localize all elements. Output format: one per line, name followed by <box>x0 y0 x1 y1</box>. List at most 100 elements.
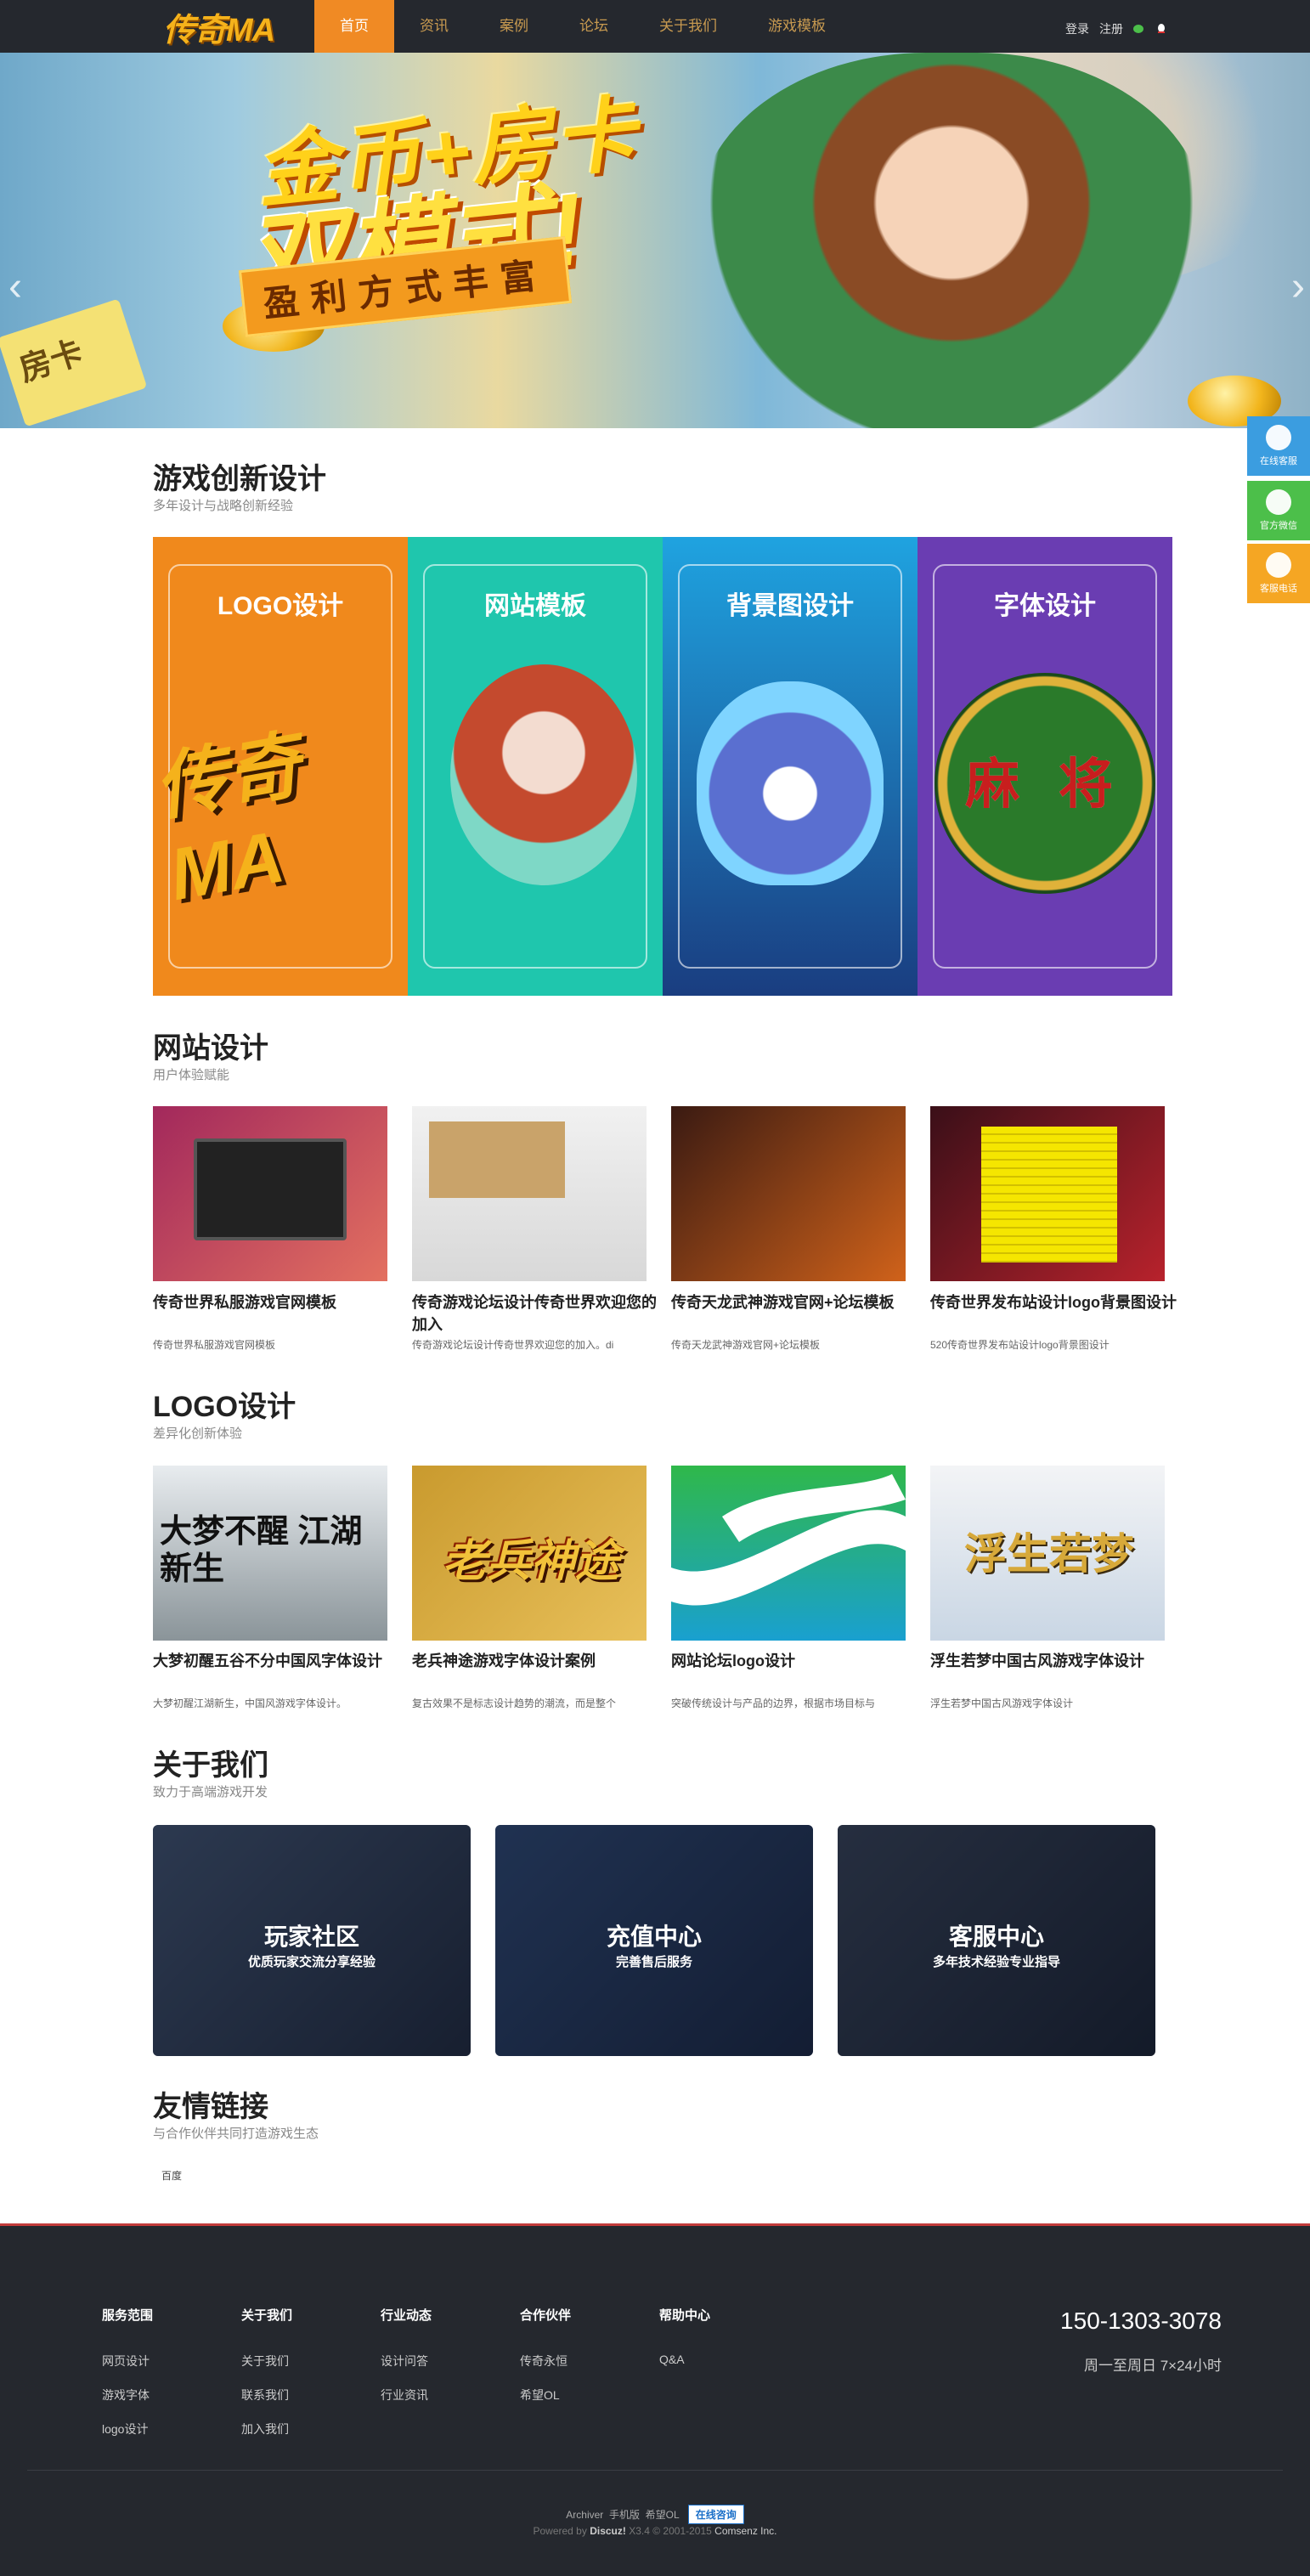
nav-about[interactable]: 关于我们 <box>634 0 743 53</box>
logo-card-title[interactable]: 大梦初醒五谷不分中国风字体设计 <box>153 1650 399 1672</box>
logo-card-title[interactable]: 浮生若梦中国古风游戏字体设计 <box>930 1650 1177 1672</box>
sidebar-wechat[interactable]: 官方微信 <box>1247 481 1310 540</box>
footer-link[interactable]: 加入我们 <box>241 2421 292 2438</box>
login-link[interactable]: 登录 <box>1065 20 1089 37</box>
web-card-desc: 传奇游戏论坛设计传奇世界欢迎您的加入。di <box>412 1339 614 1351</box>
about-card-subtitle: 多年技术经验专业指导 <box>932 1955 1060 1969</box>
header: 传奇MA 首页 资讯 案例 论坛 关于我们 游戏模板 登录 注册 <box>0 0 1310 53</box>
footer-col-head: 行业动态 <box>381 2308 432 2323</box>
footer-link[interactable]: 传奇永恒 <box>520 2353 571 2370</box>
friend-link-baidu[interactable]: 百度 <box>161 2168 182 2183</box>
footer-col-head: 帮助中心 <box>659 2308 711 2323</box>
register-link[interactable]: 注册 <box>1099 20 1123 37</box>
thumb-art-text: 大梦不醒 江湖新生 <box>160 1514 363 1587</box>
footer-link[interactable]: Q&A <box>659 2353 710 2366</box>
logo-card-thumb[interactable] <box>671 1466 906 1641</box>
logo-card-desc: 复古效果不是标志设计趋势的潮流，而是整个 <box>412 1698 617 1709</box>
section-subtitle: 差异化创新体验 <box>153 1426 243 1441</box>
logo-card-desc: 浮生若梦中国古风游戏字体设计 <box>930 1698 1074 1709</box>
section-subtitle: 致力于高端游戏开发 <box>153 1785 268 1799</box>
sidebar-phone[interactable]: 客服电话 <box>1247 544 1310 603</box>
footer-copyright: Powered by Discuz! X3.4 © 2001-2015 Coms… <box>0 2525 1310 2537</box>
web-card-thumb[interactable] <box>412 1106 647 1281</box>
web-card-title[interactable]: 传奇世界发布站设计logo背景图设计 <box>930 1291 1177 1313</box>
logo-card-title[interactable]: 网站论坛logo设计 <box>671 1650 918 1672</box>
about-card-recharge[interactable]: 充值中心 完善售后服务 <box>495 1825 813 2056</box>
qq-icon[interactable] <box>1155 23 1167 35</box>
sidebar-label: 客服电话 <box>1260 584 1297 594</box>
footer-link[interactable]: 行业资讯 <box>381 2387 432 2404</box>
s-shape-logo <box>671 1474 906 1606</box>
phone-icon <box>1266 552 1291 578</box>
about-card-service[interactable]: 客服中心 多年技术经验专业指导 <box>838 1825 1155 2056</box>
logo-card-title[interactable]: 老兵神途游戏字体设计案例 <box>412 1650 658 1672</box>
footer-col: 合作伙伴 传奇永恒 希望OL <box>520 2306 571 2421</box>
web-card-thumb[interactable] <box>930 1106 1165 1281</box>
copyright-years: © 2001-2015 <box>652 2525 712 2537</box>
comsenz-link[interactable]: Comsenz Inc. <box>714 2525 776 2537</box>
hero-banner[interactable]: 房卡 金币+房卡 双模式! 盈利方式丰富 ‹ › <box>0 53 1310 428</box>
nav-home[interactable]: 首页 <box>314 0 394 53</box>
footer-col-head: 服务范围 <box>102 2308 154 2323</box>
footer-col-head: 关于我们 <box>241 2308 293 2323</box>
section-subtitle: 用户体验赋能 <box>153 1068 230 1082</box>
footer-link-archiver[interactable]: Archiver <box>566 2509 603 2521</box>
nav-forum[interactable]: 论坛 <box>554 0 634 53</box>
web-card-thumb[interactable] <box>671 1106 906 1281</box>
logo-card-thumb[interactable]: 浮生若梦 <box>930 1466 1165 1641</box>
banner-next-arrow[interactable]: › <box>1291 263 1305 310</box>
footer-link-mobile[interactable]: 手机版 <box>609 2509 640 2521</box>
about-card-community[interactable]: 玩家社区 优质玩家交流分享经验 <box>153 1825 471 2056</box>
nav-cases[interactable]: 案例 <box>474 0 554 53</box>
footer-divider <box>27 2470 1283 2471</box>
about-card-title: 客服中心 <box>948 1924 1044 1950</box>
footer-col: 服务范围 网页设计 游戏字体 logo设计 <box>102 2306 153 2455</box>
wechat-icon[interactable] <box>1133 23 1145 35</box>
panel-title: 背景图设计 <box>726 592 854 620</box>
account-links: 登录 注册 <box>1065 20 1167 37</box>
panel-logo-design[interactable]: LOGO设计 传奇MA <box>153 537 408 996</box>
logo-card-thumb[interactable]: 大梦不醒 江湖新生 <box>153 1466 387 1641</box>
nav-news[interactable]: 资讯 <box>394 0 474 53</box>
discuz-link[interactable]: Discuz! <box>590 2525 626 2537</box>
panel-art-tiles: 麻 将 <box>965 754 1125 815</box>
section-title: 关于我们 <box>153 1749 268 1782</box>
footer-link[interactable]: logo设计 <box>102 2421 153 2438</box>
footer-link[interactable]: 希望OL <box>520 2387 571 2404</box>
banner-prev-arrow[interactable]: ‹ <box>8 263 22 310</box>
logo-card-thumb[interactable]: 老兵神途 <box>412 1466 647 1641</box>
section-title: 友情链接 <box>153 2091 268 2123</box>
footer-col: 关于我们 关于我们 联系我们 加入我们 <box>241 2306 292 2455</box>
panel-art-bull <box>450 664 637 885</box>
footer-link[interactable]: 设计问答 <box>381 2353 432 2370</box>
footer-link[interactable]: 关于我们 <box>241 2353 292 2370</box>
site-logo[interactable]: 传奇MA <box>163 3 275 50</box>
web-card-thumb[interactable] <box>153 1106 387 1281</box>
panel-font-design[interactable]: 字体设计 麻 将 <box>918 537 1172 996</box>
qq-icon <box>1266 425 1291 450</box>
section-title: 网站设计 <box>153 1032 268 1065</box>
wechat-icon <box>1266 489 1291 515</box>
panel-background-design[interactable]: 背景图设计 <box>663 537 918 996</box>
logo-card-desc: 突破传统设计与产品的边界，根据市场目标与 <box>671 1698 876 1709</box>
footer-link[interactable]: 游戏字体 <box>102 2387 153 2404</box>
panel-title: 字体设计 <box>994 592 1096 620</box>
web-card-title[interactable]: 传奇游戏论坛设计传奇世界欢迎您的加入 <box>412 1291 658 1336</box>
thumb-bg <box>671 1106 906 1281</box>
panel-website-template[interactable]: 网站模板 <box>408 537 663 996</box>
panel-title: LOGO设计 <box>217 592 344 620</box>
footer-link[interactable]: 联系我们 <box>241 2387 292 2404</box>
section-subtitle: 与合作伙伴共同打造游戏生态 <box>153 2127 319 2141</box>
sidebar-online-service[interactable]: 在线客服 <box>1247 416 1310 476</box>
thumb-art-text: 老兵神途 <box>442 1537 619 1586</box>
footer-link-xiwang[interactable]: 希望OL <box>646 2509 680 2521</box>
section-subtitle: 多年设计与战略创新经验 <box>153 499 294 513</box>
web-card-title[interactable]: 传奇世界私服游戏官网模板 <box>153 1291 399 1313</box>
nav-templates[interactable]: 游戏模板 <box>743 0 851 53</box>
about-card-title: 充值中心 <box>606 1924 702 1950</box>
about-card-title: 玩家社区 <box>263 1924 359 1950</box>
section-title: 游戏创新设计 <box>153 463 326 495</box>
online-consult-badge[interactable]: 在线咨询 <box>687 2505 744 2524</box>
footer-link[interactable]: 网页设计 <box>102 2353 153 2370</box>
web-card-title[interactable]: 传奇天龙武神游戏官网+论坛模板 <box>671 1291 918 1313</box>
